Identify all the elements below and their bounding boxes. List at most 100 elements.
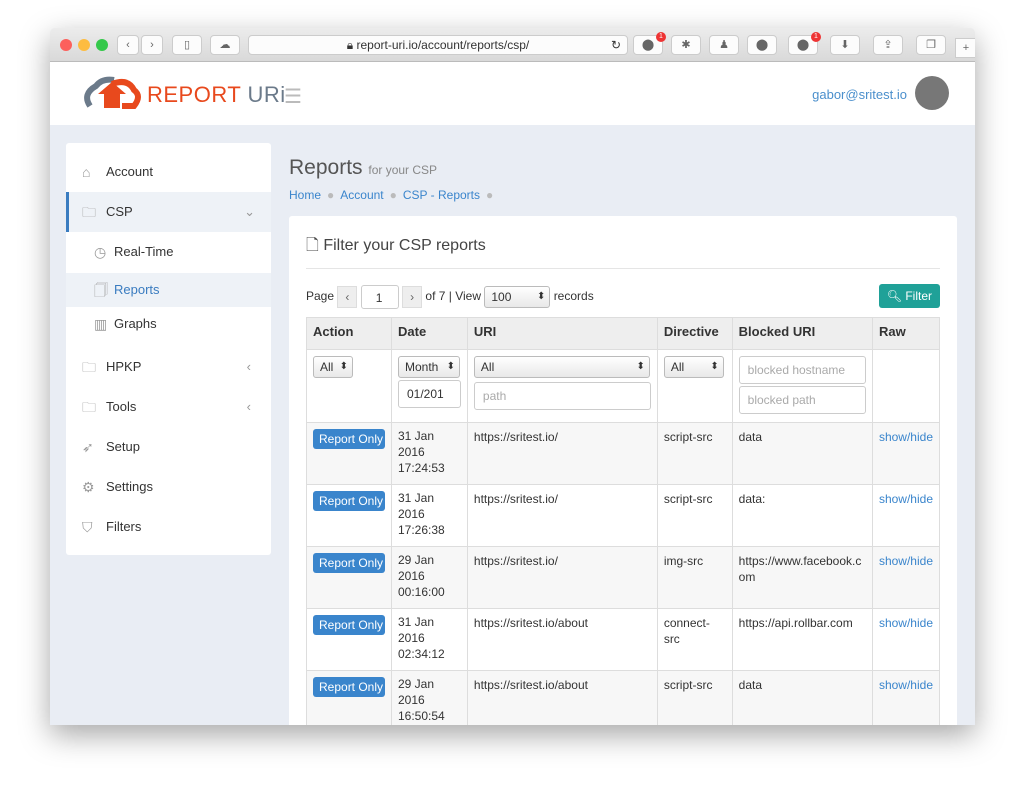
sidebar-item-tools[interactable]: 🗀 Tools ‹ [66, 387, 271, 427]
sidebar-item-label: Account [106, 164, 153, 179]
page-title-text: Reports [289, 156, 363, 179]
extension-icon[interactable]: ⬤ 1 [788, 32, 821, 55]
close-window-button[interactable] [60, 39, 72, 51]
home-icon: ⌂ [82, 164, 91, 180]
new-tab-button[interactable]: + [955, 38, 975, 58]
date-day: 31 Jan [398, 615, 435, 629]
date-time: 17:26:38 [398, 523, 445, 537]
show-hide-raw-link[interactable]: show/hide [879, 678, 933, 692]
header-directive: Directive [656, 317, 733, 350]
breadcrumb-account[interactable]: Account [340, 188, 383, 202]
prev-page-button[interactable]: ‹ [337, 285, 358, 308]
directive-filter-select[interactable]: All [663, 356, 724, 378]
next-page-button[interactable]: › [402, 285, 423, 308]
ublock-extension-icon[interactable]: ⬤ 1 [633, 32, 666, 55]
table-row: Report Only 29 Jan 2016 16:50:54 https://s… [306, 670, 941, 725]
sidebar-item-account[interactable]: ⌂ Account [66, 152, 271, 192]
report-only-badge[interactable]: Report Only [313, 553, 385, 573]
blocked-uri-cell: data: [731, 484, 873, 547]
date-cell: 31 Jan 2016 17:26:38 [398, 490, 461, 538]
sidebar-item-csp[interactable]: 🗀 CSP ⌄ [66, 192, 271, 232]
ghostery-extension-icon[interactable]: ♟ [709, 35, 739, 55]
share-icon[interactable]: ⇪ [873, 35, 903, 55]
uri-filter-select[interactable]: All [473, 356, 650, 378]
sidebar-item-label: Settings [106, 479, 153, 494]
page-label: Page [306, 289, 335, 303]
sidebar-item-hpkp[interactable]: 🗀 HPKP ‹ [66, 347, 271, 387]
sidebar-item-label: HPKP [106, 359, 142, 374]
sidebar-item-label: CSP [106, 204, 133, 219]
sidebar-item-filters[interactable]: ⛉ Filters [66, 507, 271, 547]
forward-icon[interactable]: › [141, 35, 163, 55]
hamburger-menu-icon[interactable]: ☰ [284, 84, 302, 109]
blocked-path-input[interactable]: blocked path [738, 386, 866, 414]
breadcrumb-csp-reports[interactable]: CSP - Reports [403, 188, 480, 202]
document-icon: 🗍 [94, 282, 108, 298]
report-only-badge[interactable]: Report Only [313, 677, 385, 697]
report-only-badge[interactable]: Report Only [313, 491, 385, 511]
breadcrumb-home[interactable]: Home [289, 188, 321, 202]
page-subtitle: for your CSP [368, 163, 438, 177]
date-filter-select[interactable]: Month [398, 356, 460, 378]
folder-icon: 🗀 [82, 399, 96, 415]
sidebar-item-label: Graphs [114, 316, 157, 331]
sidebar-item-setup[interactable]: ➶ Setup [66, 427, 271, 467]
show-hide-raw-link[interactable]: show/hide [879, 554, 933, 568]
blocked-hostname-input[interactable]: blocked hostname [738, 356, 866, 384]
logo[interactable]: REPORT URi [147, 82, 286, 108]
download-icon[interactable]: ⬇ [830, 35, 860, 55]
path-input[interactable]: path [473, 382, 651, 410]
header-date: Date [391, 317, 468, 350]
extension-icon[interactable]: ⬤ [747, 35, 777, 55]
sidebar-toggle-icon[interactable]: ▯ [172, 35, 202, 55]
minimize-window-button[interactable] [78, 39, 90, 51]
address-bar[interactable]: 🔒︎ report-uri.io/account/reports/csp/ ↻ [248, 35, 628, 55]
reload-icon[interactable]: ↻ [611, 36, 621, 54]
user-email-link[interactable]: gabor@sritest.io [812, 87, 907, 102]
date-input[interactable]: 01/201 [398, 380, 461, 408]
browser-toolbar: ‹ › ▯ ☁ 🔒︎ report-uri.io/account/reports… [50, 28, 975, 62]
page-title: Reports for your CSP [289, 156, 437, 180]
maximize-window-button[interactable] [96, 39, 108, 51]
date-cell: 31 Jan 2016 02:34:12 [398, 614, 461, 662]
view-count-select[interactable]: 100 [484, 285, 551, 308]
asterisk-extension-icon[interactable]: ✱ [671, 35, 701, 55]
report-only-badge[interactable]: Report Only [313, 615, 385, 635]
action-filter-select[interactable]: All [313, 356, 353, 378]
uri-cell: https://sritest.io/ [466, 484, 658, 547]
directive-cell: script-src [656, 484, 733, 547]
blocked-uri-cell: https://www.facebook.com [731, 546, 873, 609]
sidebar-item-real-time[interactable]: ◷ Real-Time [66, 235, 271, 269]
back-icon[interactable]: ‹ [117, 35, 139, 55]
date-time: 17:24:53 [398, 461, 445, 475]
cloud-icon[interactable]: ☁ [210, 35, 240, 55]
filter-row: All Month01/201 Allpath All blocked host… [306, 349, 941, 423]
chevron-left-icon: ‹ [246, 359, 251, 374]
search-icon: 🔍︎ [886, 289, 902, 303]
sidebar-item-graphs[interactable]: ▥ Graphs [66, 307, 271, 341]
browser-window: ‹ › ▯ ☁ 🔒︎ report-uri.io/account/reports… [50, 28, 975, 725]
uri-cell: https://sritest.io/ [466, 546, 658, 609]
table-header-row: Action Date URI Directive Blocked URI Ra… [306, 317, 941, 350]
filter-card: 🗋 Filter your CSP reports Page ‹ 1 › of … [289, 216, 957, 725]
date-year: 2016 [398, 693, 425, 707]
show-hide-raw-link[interactable]: show/hide [879, 616, 933, 630]
avatar[interactable] [915, 76, 949, 110]
tabs-icon[interactable]: ❐ [916, 35, 946, 55]
page-input[interactable]: 1 [360, 284, 399, 309]
card-title: 🗋 Filter your CSP reports [306, 234, 486, 261]
directive-cell: img-src [656, 546, 733, 609]
header-blocked-uri: Blocked URI [731, 317, 873, 350]
rocket-icon: ➶ [82, 439, 94, 455]
sidebar-item-settings[interactable]: ⚙ Settings [66, 467, 271, 507]
show-hide-raw-link[interactable]: show/hide [879, 492, 933, 506]
date-year: 2016 [398, 631, 425, 645]
date-day: 31 Jan [398, 491, 435, 505]
show-hide-raw-link[interactable]: show/hide [879, 430, 933, 444]
filter-button[interactable]: 🔍︎ Filter [878, 284, 940, 308]
date-year: 2016 [398, 445, 425, 459]
report-only-badge[interactable]: Report Only [313, 429, 385, 449]
date-year: 2016 [398, 569, 425, 583]
folder-icon: 🗀 [82, 359, 96, 375]
sidebar-item-reports[interactable]: 🗍 Reports [66, 273, 271, 307]
